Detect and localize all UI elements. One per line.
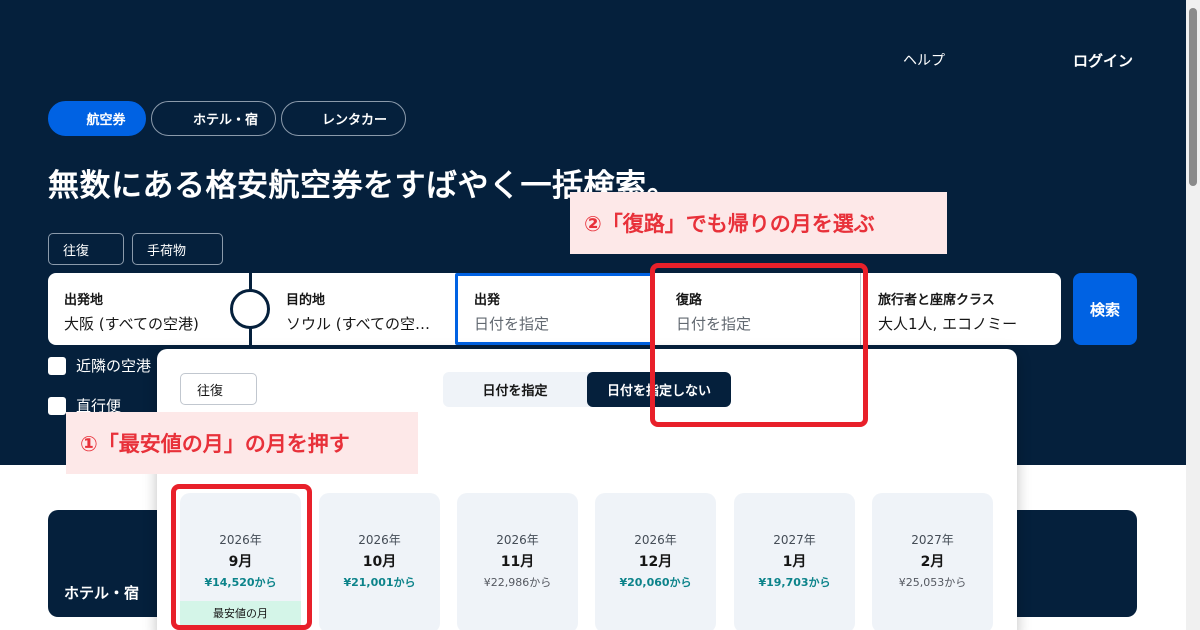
return-field-highlight — [650, 263, 868, 427]
month-price: ¥19,703から — [758, 576, 831, 589]
origin-field[interactable]: 出発地 大阪 (すべての空港) — [48, 273, 248, 345]
search-button[interactable]: 検索 — [1073, 273, 1137, 345]
depart-placeholder: 日付を指定 — [474, 315, 550, 333]
travelers-label: 旅行者と座席クラス — [878, 293, 995, 308]
depart-label: 出発 — [474, 293, 501, 308]
origin-value: 大阪 (すべての空港) — [64, 315, 199, 333]
baggage-button[interactable]: 手荷物 — [132, 233, 223, 265]
tab-car-rental[interactable]: レンタカー — [281, 101, 406, 136]
baggage-label: 手荷物 — [147, 243, 187, 259]
nearby-airports-label: 近隣の空港 — [76, 357, 152, 375]
specify-date-option[interactable]: 日付を指定 — [443, 372, 587, 407]
tab-car-rental-label: レンタカー — [321, 113, 387, 128]
popup-trip-type-select[interactable]: 往復 — [180, 373, 257, 405]
depart-field[interactable]: 出発 日付を指定 — [455, 273, 655, 345]
origin-label: 出発地 — [64, 293, 104, 308]
month-card-2026-11[interactable]: 2026年 11月 ¥22,986から — [457, 493, 578, 630]
popup-trip-type-label: 往復 — [197, 383, 224, 399]
scrollbar-thumb[interactable] — [1189, 8, 1197, 186]
month-year: 2027年 — [773, 533, 816, 547]
month-name: 11月 — [500, 554, 535, 570]
month-card-2027-01[interactable]: 2027年 1月 ¥19,703から — [734, 493, 855, 630]
destination-field[interactable]: 目的地 ソウル (すべての空… — [270, 273, 455, 345]
login-link[interactable]: ログイン — [1073, 50, 1133, 71]
trip-type-button[interactable]: 往復 — [48, 233, 124, 265]
month-name: 1月 — [782, 554, 807, 570]
annotation-step1: ①「最安値の月」の月を押す — [66, 412, 418, 474]
tab-hotels-label: ホテル・宿 — [192, 113, 258, 128]
destination-label: 目的地 — [286, 293, 326, 308]
page-scrollbar[interactable] — [1186, 0, 1200, 630]
checkbox-box[interactable] — [48, 396, 66, 415]
month-name: 10月 — [362, 554, 397, 570]
trip-type-label: 往復 — [63, 243, 90, 259]
month-year: 2026年 — [634, 533, 677, 547]
cheapest-month-highlight — [171, 484, 312, 630]
tab-flights-label: 航空券 — [86, 113, 126, 128]
travelers-value: 大人1人, エコノミー — [878, 315, 1018, 333]
help-link[interactable]: ヘルプ — [903, 50, 945, 70]
month-year: 2026年 — [496, 533, 539, 547]
month-price: ¥21,001から — [343, 576, 416, 589]
month-year: 2027年 — [911, 533, 954, 547]
flight-search-bar: 出発地 大阪 (すべての空港) 目的地 ソウル (すべての空… 出発 日付を指定… — [48, 273, 1061, 345]
nearby-airports-checkbox[interactable]: 近隣の空港 — [48, 355, 151, 376]
swap-locations-button[interactable] — [230, 289, 270, 329]
travelers-field[interactable]: 旅行者と座席クラス 大人1人, エコノミー — [862, 273, 1061, 345]
tab-hotels[interactable]: ホテル・宿 — [151, 101, 276, 136]
month-year: 2026年 — [358, 533, 401, 547]
destination-value: ソウル (すべての空… — [286, 315, 430, 333]
checkbox-box[interactable] — [48, 356, 66, 375]
month-card-2027-02[interactable]: 2027年 2月 ¥25,053から — [872, 493, 993, 630]
annotation-step2: ②「復路」でも帰りの月を選ぶ — [570, 192, 947, 254]
tab-flights[interactable]: 航空券 — [48, 101, 146, 136]
month-card-2026-10[interactable]: 2026年 10月 ¥21,001から — [319, 493, 440, 630]
month-card-2026-12[interactable]: 2026年 12月 ¥20,060から — [595, 493, 716, 630]
depart-field-inner: 出発 日付を指定 — [458, 276, 648, 348]
month-name: 2月 — [920, 554, 945, 570]
month-price: ¥20,060から — [619, 576, 692, 589]
month-price: ¥25,053から — [898, 576, 967, 589]
month-price: ¥22,986から — [483, 576, 552, 589]
specify-date-label: 日付を指定 — [482, 384, 548, 399]
hotel-card-title: ホテル・宿 — [64, 584, 140, 602]
search-button-label: 検索 — [1089, 300, 1120, 319]
month-name: 12月 — [638, 554, 673, 570]
